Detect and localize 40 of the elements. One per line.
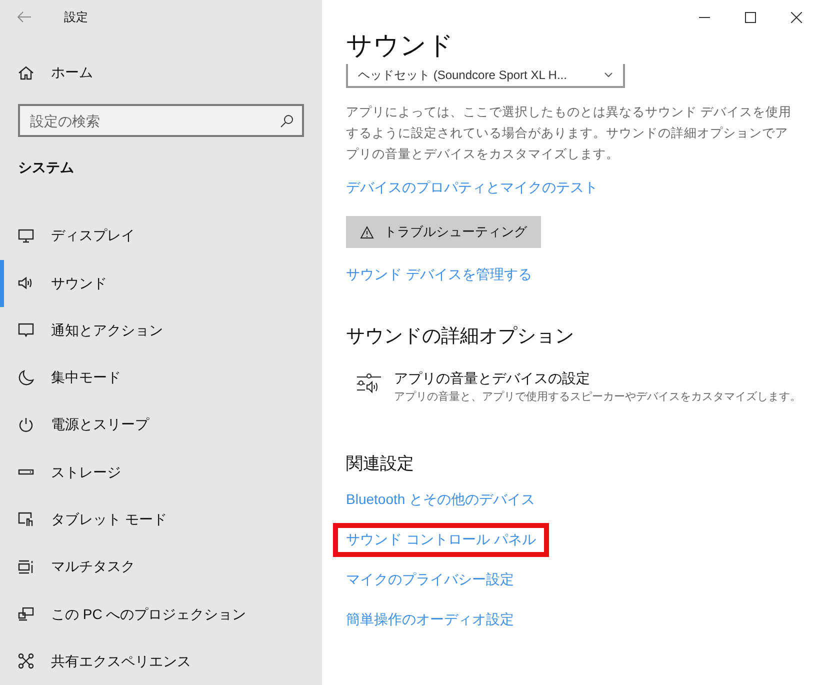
sidebar-item[interactable]: ディスプレイ <box>0 212 322 260</box>
section-heading: システム <box>17 158 75 178</box>
sliders-speaker-icon <box>356 372 382 394</box>
back-arrow-icon <box>17 11 31 23</box>
share-icon <box>18 653 34 670</box>
troubleshoot-button[interactable]: トラブルシューティング <box>346 216 541 248</box>
sidebar-item[interactable]: 共有エクスペリエンス <box>0 638 322 685</box>
sidebar-item[interactable]: タブレット モード <box>0 496 322 544</box>
tablet-icon <box>18 511 34 528</box>
speaker-icon <box>18 275 34 292</box>
description-text: アプリによっては、ここで選択したものとは異なるサウンド デバイスを使用するように設定されている場合があります。サウンドの詳細オプションでアプリの音量とデバイスをカスタマイズします。 <box>346 104 792 163</box>
sidebar-item[interactable]: サウンド <box>0 260 322 307</box>
close-icon <box>790 12 802 22</box>
page-title: サウンド <box>346 29 454 62</box>
search-field[interactable]: 設定の検索 <box>18 104 304 138</box>
section-heading: 関連設定 <box>346 453 414 475</box>
sidebar-item[interactable]: 通知とアクション <box>0 306 322 354</box>
setting-title: アプリの音量とデバイスの設定 <box>394 368 591 388</box>
sidebar-item[interactable]: ストレージ <box>0 448 322 496</box>
power-icon <box>18 416 34 433</box>
sidebar-item[interactable]: 電源とスリープ <box>0 401 322 449</box>
sidebar-item[interactable]: この PC へのプロジェクション <box>0 590 322 638</box>
setting-description: アプリの音量と、アプリで使用するスピーカーやデバイスをカスタマイズします。 <box>394 390 801 404</box>
app-volume-setting[interactable]: アプリの音量とデバイスの設定 アプリの音量と、アプリで使用するスピーカーやデバイスをカスタマイズします。 <box>346 368 801 405</box>
window-title: 設定 <box>64 9 88 26</box>
multitask-icon <box>18 558 34 575</box>
warning-icon <box>360 226 374 238</box>
home-link[interactable]: ホーム <box>0 49 322 96</box>
message-icon <box>18 322 34 338</box>
sidebar-item[interactable]: マルチタスク <box>0 543 322 590</box>
section-heading: サウンドの詳細オプション <box>346 325 574 349</box>
search-icon <box>280 114 294 128</box>
chevron-down-icon <box>604 72 613 78</box>
projection-icon <box>18 606 34 622</box>
moon-icon <box>18 370 34 386</box>
monitor-icon <box>18 228 34 244</box>
sidebar-item[interactable]: 集中モード <box>0 354 322 402</box>
maximize-icon <box>744 12 756 22</box>
home-icon <box>18 64 34 81</box>
device-dropdown[interactable]: ヘッドセット (Soundcore Sport XL H... <box>346 64 625 88</box>
